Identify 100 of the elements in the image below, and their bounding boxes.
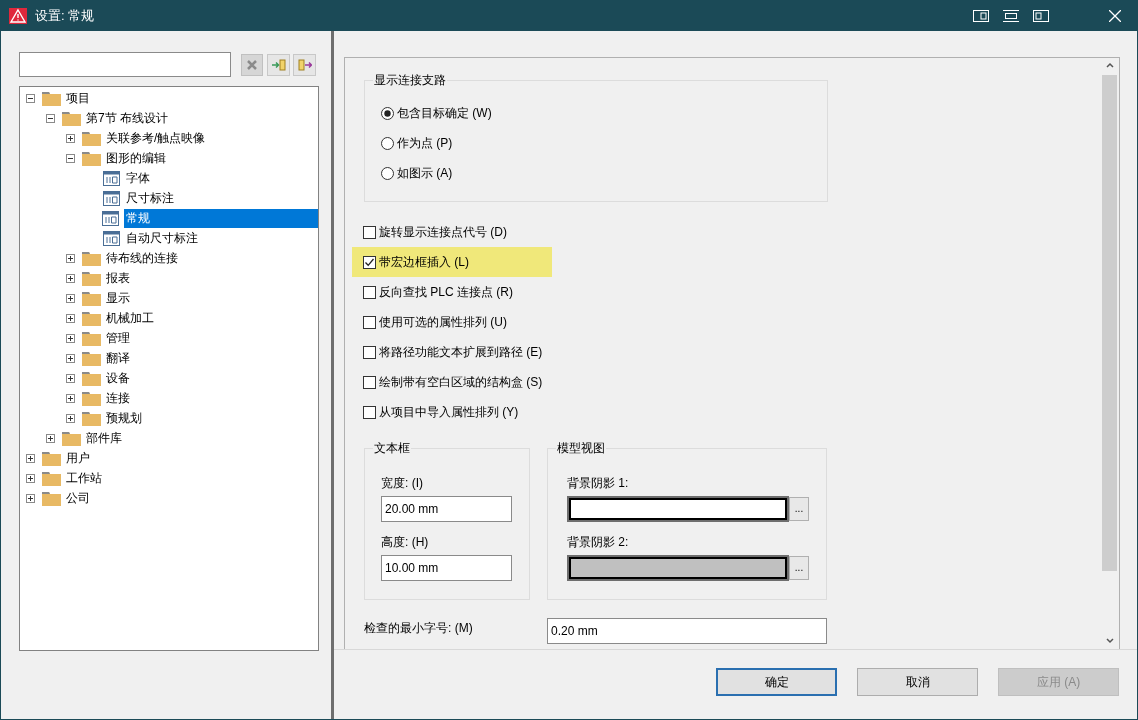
window-title: 设置: 常规 bbox=[35, 7, 95, 26]
dock-left-icon[interactable] bbox=[973, 10, 989, 22]
tree-item[interactable]: 连接 bbox=[104, 388, 132, 408]
folder-icon bbox=[81, 270, 101, 286]
expand-icon[interactable] bbox=[66, 133, 75, 143]
tree-item[interactable]: 机械加工 bbox=[104, 308, 156, 328]
expand-icon[interactable] bbox=[66, 373, 75, 383]
tree-item[interactable]: 预规划 bbox=[104, 408, 144, 428]
tree-item[interactable]: 公司 bbox=[64, 488, 92, 508]
expand-icon[interactable] bbox=[66, 253, 75, 263]
checkbox-label: 旋转显示连接点代号 (D) bbox=[379, 224, 507, 241]
expand-icon[interactable] bbox=[66, 313, 75, 323]
checkbox-label: 使用可选的属性排列 (U) bbox=[379, 314, 507, 331]
collapse-icon[interactable] bbox=[66, 153, 75, 163]
input-field[interactable]: 0.20 mm bbox=[547, 618, 827, 644]
tree-item[interactable]: 显示 bbox=[104, 288, 132, 308]
tree-item[interactable]: 工作站 bbox=[64, 468, 104, 488]
expand-icon[interactable] bbox=[26, 453, 35, 463]
folder-icon bbox=[81, 330, 101, 346]
folder-icon bbox=[81, 350, 101, 366]
expand-icon[interactable] bbox=[66, 333, 75, 343]
checkbox[interactable] bbox=[363, 255, 376, 269]
checkbox-label: 带宏边框插入 (L) bbox=[379, 254, 469, 271]
checkbox-label: 反向查找 PLC 连接点 (R) bbox=[379, 284, 513, 301]
folder-icon bbox=[41, 450, 61, 466]
folder-icon bbox=[81, 130, 101, 146]
tree-item[interactable]: 关联参考/触点映像 bbox=[104, 128, 208, 148]
expand-icon[interactable] bbox=[66, 413, 75, 423]
clear-button[interactable] bbox=[241, 53, 263, 76]
radio-label: 包含目标确定 (W) bbox=[397, 105, 492, 122]
dialog-button[interactable]: 取消 bbox=[857, 668, 978, 696]
folder-icon bbox=[41, 470, 61, 486]
radio-button[interactable] bbox=[381, 106, 394, 120]
dialog-button[interactable]: 确定 bbox=[716, 668, 837, 696]
checkbox[interactable] bbox=[363, 375, 376, 389]
tree-item[interactable]: 报表 bbox=[104, 268, 132, 288]
expand-icon[interactable] bbox=[66, 293, 75, 303]
close-icon[interactable] bbox=[1109, 10, 1121, 22]
color-swatch[interactable] bbox=[569, 557, 787, 579]
tree-item[interactable]: 尺寸标注 bbox=[124, 188, 176, 208]
settings-page-icon bbox=[102, 210, 120, 226]
group-title: 显示连接支路 bbox=[373, 72, 447, 88]
color-swatch[interactable] bbox=[569, 498, 787, 520]
field-label: 高度: (H) bbox=[381, 534, 430, 551]
search-field[interactable] bbox=[19, 52, 231, 77]
radio-label: 如图示 (A) bbox=[397, 165, 453, 182]
folder-icon bbox=[81, 310, 101, 326]
folder-icon bbox=[81, 150, 101, 166]
folder-icon bbox=[81, 290, 101, 306]
tree-item[interactable]: 用户 bbox=[64, 448, 92, 468]
expand-icon[interactable] bbox=[66, 353, 75, 363]
radio-button[interactable] bbox=[381, 166, 394, 180]
group-title: 模型视图 bbox=[556, 440, 606, 456]
tree-item[interactable]: 项目 bbox=[64, 88, 92, 108]
folder-icon bbox=[61, 430, 81, 446]
tree-item[interactable]: 图形的编辑 bbox=[104, 148, 168, 168]
group-title: 文本框 bbox=[373, 440, 411, 456]
checkbox[interactable] bbox=[363, 285, 376, 299]
tree-item[interactable]: 字体 bbox=[124, 168, 152, 188]
clear-icon bbox=[247, 59, 257, 70]
expand-icon[interactable] bbox=[66, 273, 75, 283]
expand-icon[interactable] bbox=[46, 433, 55, 443]
expand-icon[interactable] bbox=[66, 393, 75, 403]
tree-item[interactable]: 设备 bbox=[104, 368, 132, 388]
expand-icon[interactable] bbox=[26, 473, 35, 483]
browse-button[interactable]: ... bbox=[789, 556, 809, 580]
scrollbar-thumb[interactable] bbox=[1102, 75, 1117, 571]
tree-item[interactable]: 管理 bbox=[104, 328, 132, 348]
checkbox-label: 从项目中导入属性排列 (Y) bbox=[379, 404, 519, 421]
folder-icon bbox=[81, 410, 101, 426]
collapse-icon[interactable] bbox=[26, 93, 35, 103]
dock-center-icon[interactable] bbox=[1003, 10, 1019, 22]
expand-icon[interactable] bbox=[26, 493, 35, 503]
export-icon bbox=[297, 58, 312, 71]
import-icon bbox=[271, 58, 286, 71]
folder-icon bbox=[81, 390, 101, 406]
checkbox[interactable] bbox=[363, 315, 376, 329]
folder-icon bbox=[81, 370, 101, 386]
radio-button[interactable] bbox=[381, 136, 394, 150]
checkbox[interactable] bbox=[363, 345, 376, 359]
input-field[interactable]: 10.00 mm bbox=[381, 555, 512, 581]
dock-right-icon[interactable] bbox=[1033, 10, 1049, 22]
input-field[interactable]: 20.00 mm bbox=[381, 496, 512, 522]
tree-item[interactable]: 第7节 布线设计 bbox=[84, 108, 170, 128]
checkbox[interactable] bbox=[363, 405, 376, 419]
folder-icon bbox=[41, 490, 61, 506]
settings-page-icon bbox=[102, 190, 120, 206]
folder-icon bbox=[61, 110, 81, 126]
tree-item[interactable]: 翻译 bbox=[104, 348, 132, 368]
field-label: 背景阴影 2: bbox=[567, 534, 630, 551]
collapse-icon[interactable] bbox=[46, 113, 55, 123]
checkbox[interactable] bbox=[363, 225, 376, 239]
warning-icon bbox=[9, 8, 27, 24]
tree-item[interactable]: 待布线的连接 bbox=[104, 248, 180, 268]
tree-item[interactable]: 自动尺寸标注 bbox=[124, 228, 200, 248]
import-button[interactable] bbox=[267, 53, 290, 76]
tree-item[interactable]: 常规 bbox=[123, 208, 318, 228]
tree-item[interactable]: 部件库 bbox=[84, 428, 124, 448]
export-button[interactable] bbox=[293, 53, 316, 76]
browse-button[interactable]: ... bbox=[789, 497, 809, 521]
